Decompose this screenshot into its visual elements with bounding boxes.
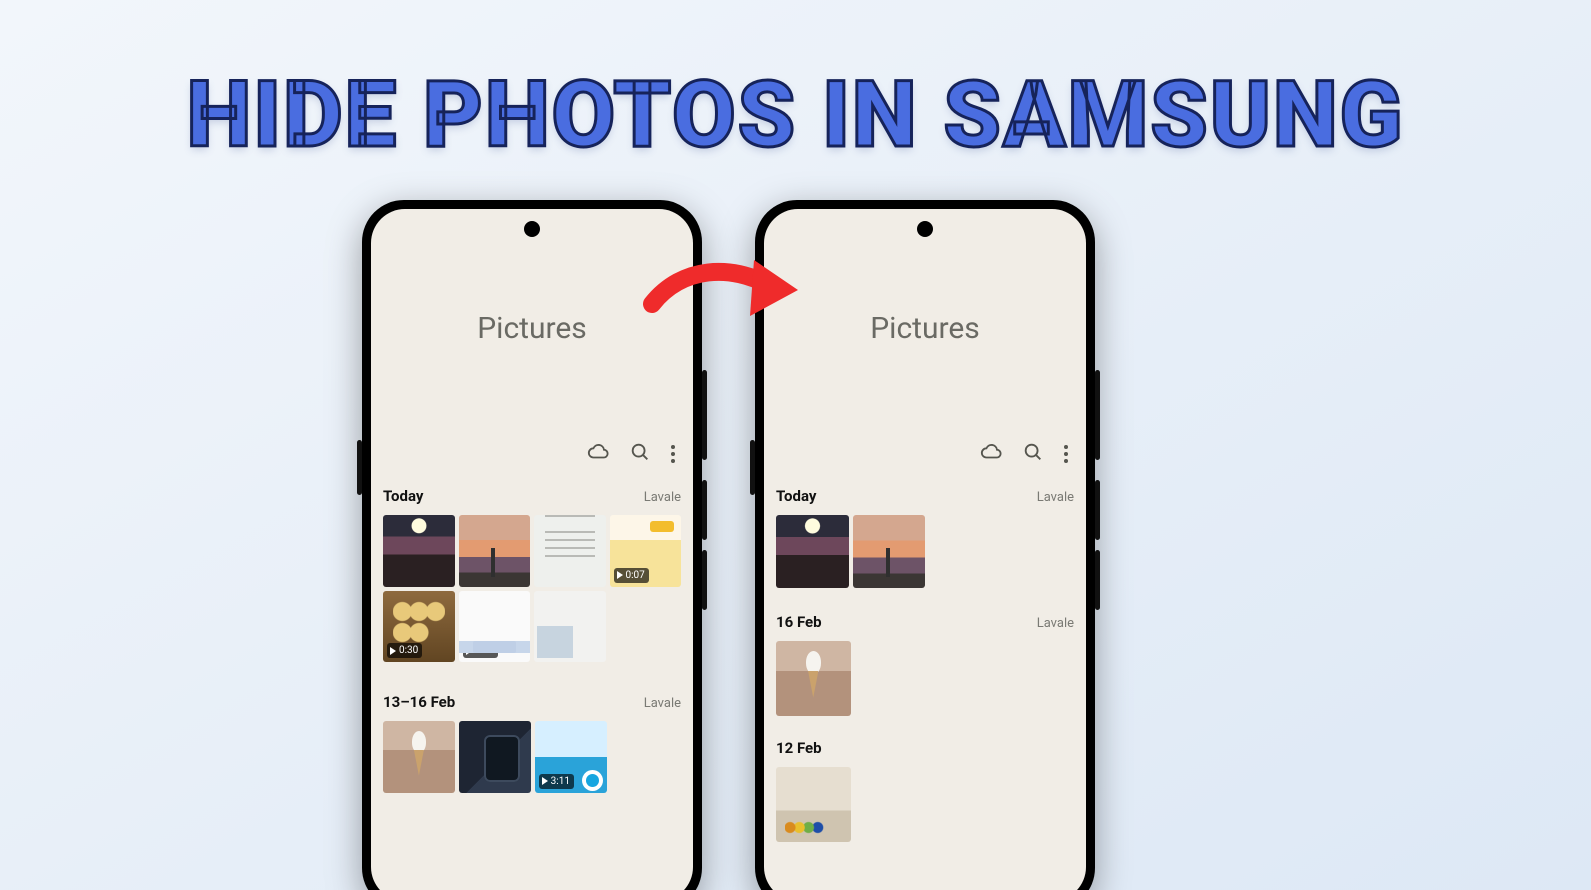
side-button-left[interactable] (750, 440, 755, 495)
video-thumb[interactable]: 3:11 (535, 721, 607, 793)
screen-after: Pictures Today Lavale 16 Feb (764, 209, 1086, 890)
power-button[interactable] (1095, 370, 1100, 460)
video-thumb[interactable]: 0:30 (383, 591, 455, 663)
photo-thumb[interactable] (459, 515, 531, 587)
cloud-icon[interactable] (587, 441, 609, 467)
photo-thumb[interactable] (534, 515, 606, 587)
gallery-toolbar (980, 441, 1068, 467)
search-icon[interactable] (1022, 441, 1044, 467)
photo-thumb[interactable] (383, 721, 455, 793)
video-thumb[interactable]: 3:24 (459, 591, 531, 663)
section-today: Today Lavale (776, 487, 1074, 588)
gallery-toolbar (587, 441, 675, 467)
more-icon[interactable] (1064, 445, 1068, 463)
volume-down-button[interactable] (1095, 550, 1100, 610)
section-location: Lavale (1037, 490, 1074, 505)
arrow-icon (642, 246, 802, 336)
video-duration-badge: 0:49 (538, 643, 573, 658)
video-thumb[interactable]: 0:07 (610, 515, 682, 587)
section-feb: 13–16 Feb Lavale 3:11 (383, 693, 681, 793)
side-button-left[interactable] (357, 440, 362, 495)
video-duration-badge: 3:24 (463, 643, 498, 658)
volume-up-button[interactable] (702, 480, 707, 540)
photo-thumb[interactable] (776, 515, 849, 588)
cloud-icon[interactable] (980, 441, 1002, 467)
video-duration-badge: 3:11 (539, 774, 574, 789)
photo-thumb[interactable] (776, 767, 851, 842)
section-location: Lavale (644, 490, 681, 505)
section-12-feb: 12 Feb (776, 739, 1074, 842)
photo-thumb[interactable] (383, 515, 455, 587)
section-title: 16 Feb (776, 613, 822, 631)
photo-thumb[interactable] (853, 515, 926, 588)
photo-thumb[interactable] (776, 641, 851, 716)
volume-up-button[interactable] (1095, 480, 1100, 540)
section-location: Lavale (1037, 616, 1074, 631)
camera-hole (524, 221, 540, 237)
phone-after: Pictures Today Lavale 16 Feb (755, 200, 1095, 890)
video-thumb[interactable]: 0:49 (534, 591, 606, 663)
section-title: 12 Feb (776, 739, 822, 757)
photo-thumb[interactable] (459, 721, 531, 793)
section-location: Lavale (644, 696, 681, 711)
video-duration-badge: 0:07 (614, 568, 649, 583)
page-headline: HIDE PHOTOS IN SAMSUNG (0, 62, 1591, 169)
power-button[interactable] (702, 370, 707, 460)
section-title: Today (383, 487, 423, 505)
search-icon[interactable] (629, 441, 651, 467)
camera-hole (917, 221, 933, 237)
section-title: 13–16 Feb (383, 693, 455, 711)
section-today: Today Lavale 0:07 0:30 3:24 0:49 (383, 487, 681, 662)
section-16-feb: 16 Feb Lavale (776, 613, 1074, 716)
section-title: Today (776, 487, 816, 505)
video-duration-badge: 0:30 (387, 643, 422, 658)
gallery-title: Pictures (764, 311, 1086, 346)
more-icon[interactable] (671, 445, 675, 463)
volume-down-button[interactable] (702, 550, 707, 610)
